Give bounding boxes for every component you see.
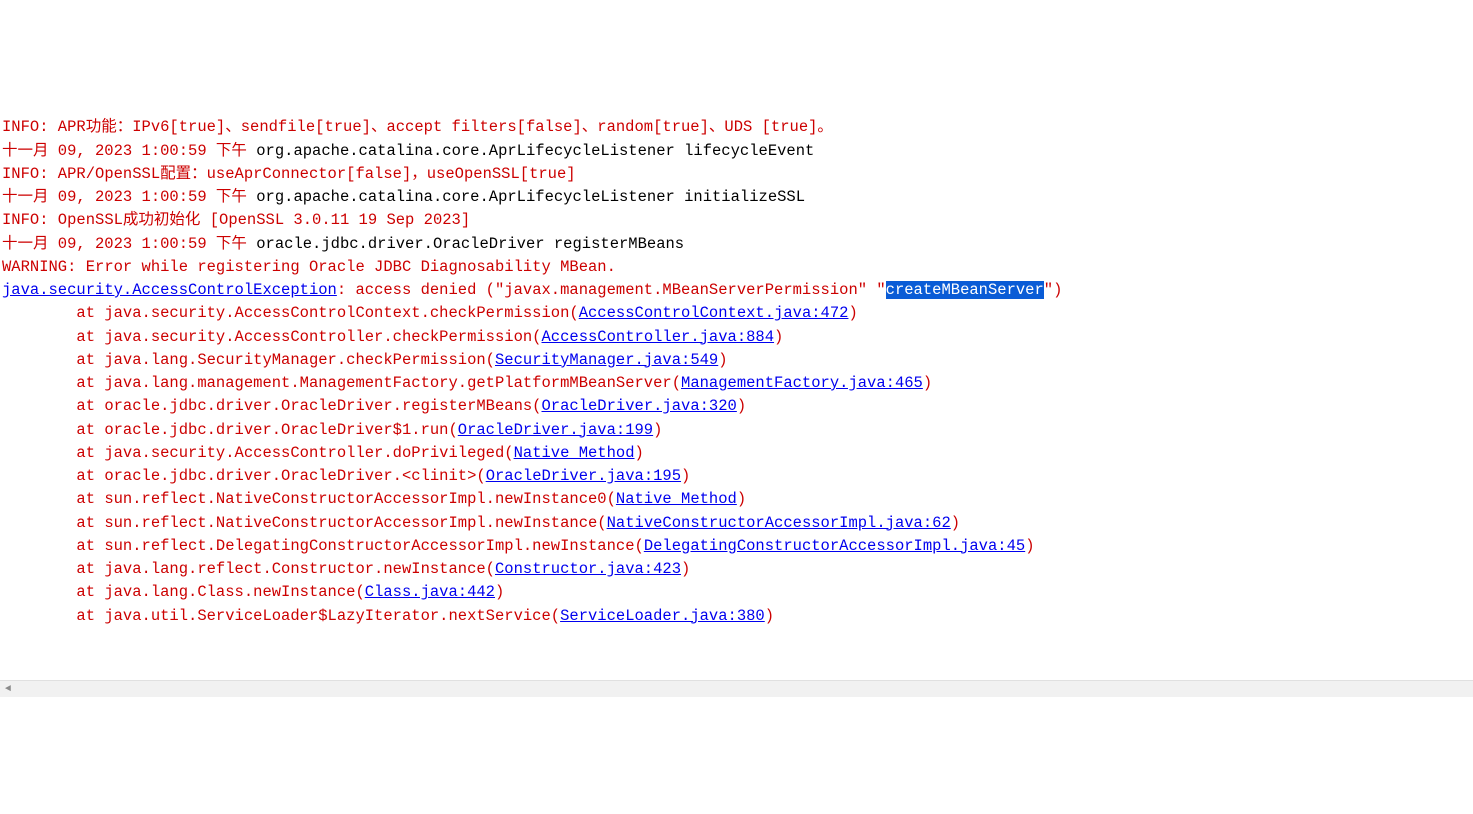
- log-text: at java.lang.reflect.Constructor.newInst…: [2, 560, 495, 578]
- source-link[interactable]: OracleDriver.java:199: [458, 421, 653, 439]
- log-text: at sun.reflect.NativeConstructorAccessor…: [2, 490, 616, 508]
- log-text: at java.lang.SecurityManager.checkPermis…: [2, 351, 495, 369]
- console-line: INFO: APR/OpenSSL配置：useAprConnector[fals…: [2, 163, 1471, 186]
- log-text: at java.security.AccessController.doPriv…: [2, 444, 514, 462]
- log-text: INFO: APR/OpenSSL配置：useAprConnector[fals…: [2, 165, 576, 183]
- console-line: 十一月 09, 2023 1:00:59 下午 oracle.jdbc.driv…: [2, 233, 1471, 256]
- console-line: at sun.reflect.NativeConstructorAccessor…: [2, 488, 1471, 511]
- log-text: at sun.reflect.NativeConstructorAccessor…: [2, 514, 607, 532]
- log-text: : access denied ("javax.management.MBean…: [337, 281, 886, 299]
- log-text: ): [951, 514, 960, 532]
- log-text: at java.lang.Class.newInstance(: [2, 583, 365, 601]
- log-text: ): [848, 304, 857, 322]
- console-line: at java.lang.management.ManagementFactor…: [2, 372, 1471, 395]
- console-line: java.security.AccessControlException: ac…: [2, 279, 1471, 302]
- source-link[interactable]: Native Method: [514, 444, 635, 462]
- source-link[interactable]: Class.java:442: [365, 583, 495, 601]
- console-line: at java.security.AccessController.doPriv…: [2, 442, 1471, 465]
- log-text: org.apache.catalina.core.AprLifecycleLis…: [256, 142, 814, 160]
- source-link[interactable]: NativeConstructorAccessorImpl.java:62: [607, 514, 951, 532]
- source-link[interactable]: AccessControlContext.java:472: [579, 304, 849, 322]
- log-text: at sun.reflect.DelegatingConstructorAcce…: [2, 537, 644, 555]
- console-line: at oracle.jdbc.driver.OracleDriver$1.run…: [2, 419, 1471, 442]
- console-line: at oracle.jdbc.driver.OracleDriver.<clin…: [2, 465, 1471, 488]
- log-text: ): [635, 444, 644, 462]
- log-text: org.apache.catalina.core.AprLifecycleLis…: [256, 188, 805, 206]
- source-link[interactable]: ManagementFactory.java:465: [681, 374, 923, 392]
- console-line: at java.security.AccessControlContext.ch…: [2, 302, 1471, 325]
- log-text: 十一月 09, 2023 1:00:59 下午: [2, 188, 256, 206]
- log-text: at java.lang.management.ManagementFactor…: [2, 374, 681, 392]
- console-line: at java.lang.SecurityManager.checkPermis…: [2, 349, 1471, 372]
- log-text: ): [1025, 537, 1034, 555]
- log-text: at java.security.AccessControlContext.ch…: [2, 304, 579, 322]
- console-line: 十一月 09, 2023 1:00:59 下午 org.apache.catal…: [2, 186, 1471, 209]
- log-text: at java.security.AccessController.checkP…: [2, 328, 542, 346]
- selected-text: createMBeanServer: [886, 281, 1044, 299]
- log-text: ): [737, 397, 746, 415]
- log-text: ): [737, 490, 746, 508]
- console-line: at oracle.jdbc.driver.OracleDriver.regis…: [2, 395, 1471, 418]
- source-link[interactable]: OracleDriver.java:320: [542, 397, 737, 415]
- log-text: ): [774, 328, 783, 346]
- console-output[interactable]: INFO: APR功能：IPv6[true]、sendfile[true]、ac…: [0, 116, 1473, 634]
- log-text: at oracle.jdbc.driver.OracleDriver$1.run…: [2, 421, 458, 439]
- console-line: at sun.reflect.DelegatingConstructorAcce…: [2, 535, 1471, 558]
- console-line: at java.lang.reflect.Constructor.newInst…: [2, 558, 1471, 581]
- log-text: at oracle.jdbc.driver.OracleDriver.regis…: [2, 397, 542, 415]
- console-line: at java.lang.Class.newInstance(Class.jav…: [2, 581, 1471, 604]
- log-text: INFO: APR功能：IPv6[true]、sendfile[true]、ac…: [2, 118, 833, 136]
- log-text: ): [923, 374, 932, 392]
- log-text: WARNING: Error while registering Oracle …: [2, 258, 616, 276]
- source-link[interactable]: OracleDriver.java:195: [486, 467, 681, 485]
- console-line: at sun.reflect.NativeConstructorAccessor…: [2, 512, 1471, 535]
- log-text: ): [681, 560, 690, 578]
- source-link[interactable]: Constructor.java:423: [495, 560, 681, 578]
- console-line: at java.security.AccessController.checkP…: [2, 326, 1471, 349]
- source-link[interactable]: java.security.AccessControlException: [2, 281, 337, 299]
- console-line: 十一月 09, 2023 1:00:59 下午 org.apache.catal…: [2, 140, 1471, 163]
- console-line: INFO: OpenSSL成功初始化 [OpenSSL 3.0.11 19 Se…: [2, 209, 1471, 232]
- source-link[interactable]: Native Method: [616, 490, 737, 508]
- console-line: INFO: APR功能：IPv6[true]、sendfile[true]、ac…: [2, 116, 1471, 139]
- log-text: "): [1044, 281, 1063, 299]
- log-text: ): [718, 351, 727, 369]
- console-line: WARNING: Error while registering Oracle …: [2, 256, 1471, 279]
- source-link[interactable]: SecurityManager.java:549: [495, 351, 718, 369]
- source-link[interactable]: DelegatingConstructorAccessorImpl.java:4…: [644, 537, 1025, 555]
- log-text: ): [653, 421, 662, 439]
- console-line: at java.util.ServiceLoader$LazyIterator.…: [2, 605, 1471, 628]
- log-text: 十一月 09, 2023 1:00:59 下午: [2, 142, 256, 160]
- scroll-left-arrow-icon[interactable]: ◄: [0, 681, 16, 697]
- log-text: at oracle.jdbc.driver.OracleDriver.<clin…: [2, 467, 486, 485]
- source-link[interactable]: ServiceLoader.java:380: [560, 607, 765, 625]
- source-link[interactable]: AccessController.java:884: [542, 328, 775, 346]
- log-text: at java.util.ServiceLoader$LazyIterator.…: [2, 607, 560, 625]
- log-text: ): [765, 607, 774, 625]
- log-text: INFO: OpenSSL成功初始化 [OpenSSL 3.0.11 19 Se…: [2, 211, 470, 229]
- log-text: ): [681, 467, 690, 485]
- horizontal-scrollbar[interactable]: ◄: [0, 680, 1473, 697]
- log-text: oracle.jdbc.driver.OracleDriver register…: [256, 235, 684, 253]
- log-text: ): [495, 583, 504, 601]
- log-text: 十一月 09, 2023 1:00:59 下午: [2, 235, 256, 253]
